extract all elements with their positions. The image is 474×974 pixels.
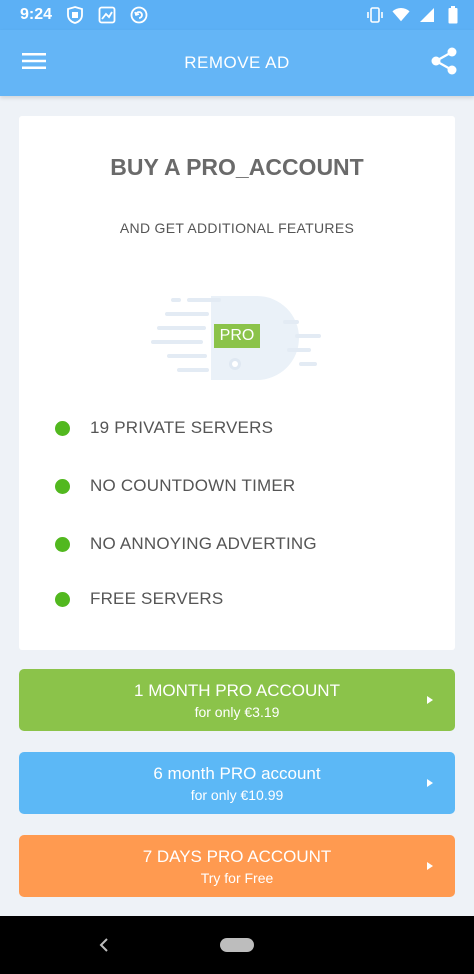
page-title: REMOVE AD	[184, 53, 290, 72]
back-icon[interactable]	[96, 936, 114, 954]
plan-price: for only €10.99	[190, 786, 284, 803]
app-bar: REMOVE AD	[0, 30, 474, 96]
pro-badge: PRO	[214, 324, 260, 348]
buy-7-days-button[interactable]: 7 DAYS PRO ACCOUNT Try for Free	[19, 835, 455, 897]
play-arrow-icon	[427, 779, 433, 787]
feature-text: FREE SERVERS	[90, 589, 224, 608]
sync-icon	[130, 6, 148, 24]
list-item: 19 PRIVATE SERVERS	[55, 414, 435, 442]
card-title: BUY A PRO_ACCOUNT	[110, 154, 364, 180]
play-arrow-icon	[427, 862, 433, 870]
plan-title: 1 MONTH PRO ACCOUNT	[134, 680, 340, 700]
photo-icon	[98, 6, 116, 24]
status-bar: 9:24	[0, 0, 474, 30]
wifi-icon	[392, 6, 410, 24]
share-icon	[429, 46, 459, 81]
shield-icon	[66, 6, 84, 24]
feature-text: NO COUNTDOWN TIMER	[90, 476, 296, 495]
buy-6-month-button[interactable]: 6 month PRO account for only €10.99	[19, 752, 455, 814]
list-item: NO ANNOYING ADVERTING	[55, 530, 435, 558]
plan-price: Try for Free	[200, 869, 274, 886]
feature-text: NO ANNOYING ADVERTING	[90, 534, 317, 553]
bullet-dot-icon	[55, 478, 70, 494]
list-item: NO COUNTDOWN TIMER	[55, 472, 435, 500]
home-pill-icon[interactable]	[220, 938, 254, 952]
plan-price: for only €3.19	[194, 703, 280, 720]
share-button[interactable]	[424, 43, 464, 83]
list-item: FREE SERVERS	[55, 585, 435, 613]
status-time: 9:24	[20, 6, 53, 23]
bullet-dot-icon	[55, 420, 70, 436]
plan-title: 6 month PRO account	[153, 763, 321, 783]
play-arrow-icon	[427, 696, 433, 704]
card-subtitle: AND GET ADDITIONAL FEATURES	[119, 220, 355, 236]
status-left: 9:24	[20, 6, 148, 24]
menu-button[interactable]	[14, 43, 54, 83]
system-nav-bar	[0, 916, 474, 974]
menu-icon	[22, 52, 46, 75]
feature-list: 19 PRIVATE SERVERS NO COUNTDOWN TIMER NO…	[55, 414, 435, 643]
battery-icon	[444, 6, 462, 24]
status-right	[366, 6, 462, 24]
buy-1-month-button[interactable]: 1 MONTH PRO ACCOUNT for only €3.19	[19, 669, 455, 731]
feature-text: 19 PRIVATE SERVERS	[90, 418, 274, 437]
bullet-dot-icon	[55, 536, 70, 552]
vibrate-icon	[366, 6, 384, 24]
plan-title: 7 DAYS PRO ACCOUNT	[142, 846, 332, 866]
signal-icon	[418, 6, 436, 24]
bullet-dot-icon	[55, 591, 70, 607]
pro-features-card: BUY A PRO_ACCOUNT AND GET ADDITIONAL FEA…	[19, 116, 455, 650]
